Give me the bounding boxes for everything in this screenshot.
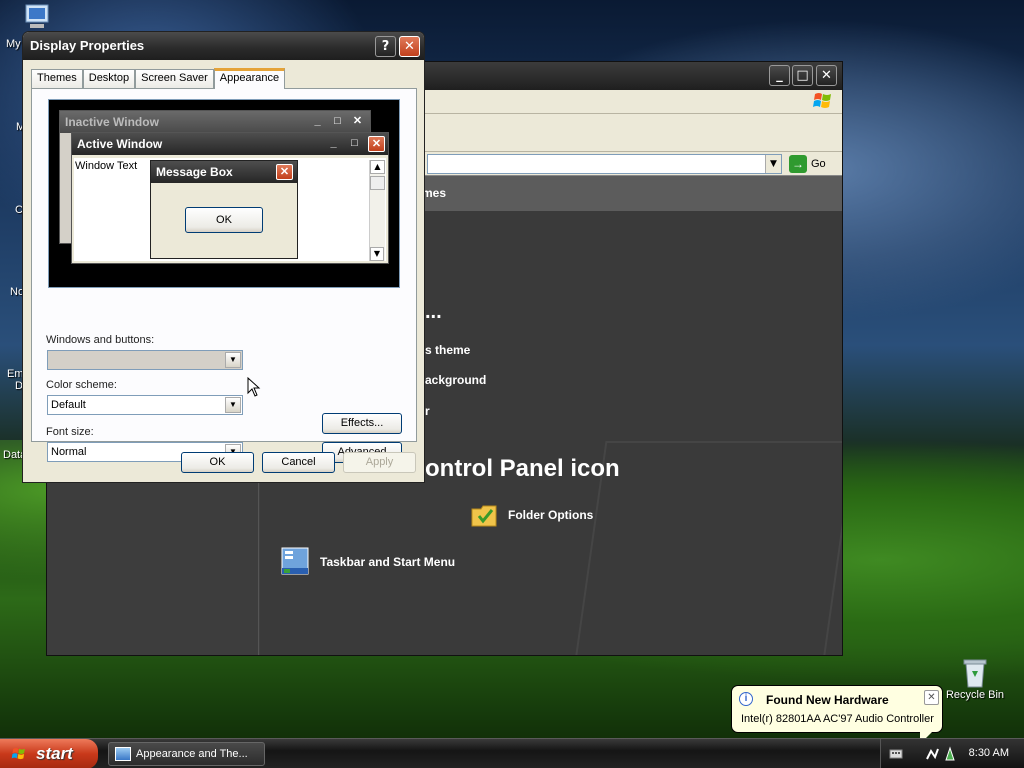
tab-themes[interactable]: Themes	[31, 69, 83, 88]
folder-options-label: Folder Options	[508, 508, 594, 522]
balloon-close-button[interactable]: ✕	[924, 690, 939, 705]
computer-icon	[25, 4, 49, 28]
windows-logo-icon	[11, 748, 25, 760]
tab-strip: Themes Desktop Screen Saver Appearance	[31, 67, 286, 89]
preview-close-icon: ✕	[368, 136, 385, 152]
window-icon	[115, 747, 131, 761]
taskbar-start-menu-label: Taskbar and Start Menu	[320, 555, 456, 569]
balloon-title: Found New Hardware	[766, 693, 889, 707]
start-button[interactable]: start	[0, 739, 98, 768]
scroll-down-icon: ▼	[370, 247, 384, 261]
chevron-down-icon: ▼	[225, 397, 241, 413]
taskbar-icon	[281, 547, 309, 575]
appearance-preview: Inactive Window _ □ ✕ Active Window _ □ …	[48, 99, 400, 288]
close-button[interactable]: ✕	[816, 65, 837, 86]
preview-close-icon: ✕	[276, 164, 293, 180]
maximize-button[interactable]: □	[792, 65, 813, 86]
pick-task-heading: ...	[425, 301, 442, 323]
preview-maximize-icon: □	[351, 137, 358, 149]
font-size-label: Font size:	[46, 426, 94, 438]
apply-button[interactable]: Apply	[343, 452, 416, 473]
task-link-background[interactable]: ackground	[425, 373, 486, 387]
recycle-bin-icon	[963, 659, 987, 688]
window-text-sample: Window Text	[75, 160, 138, 172]
notification-balloon[interactable]: i Found New Hardware ✕ Intel(r) 82801AA …	[731, 685, 943, 744]
pick-icon-heading: ontrol Panel icon	[425, 455, 620, 482]
safely-remove-icon[interactable]	[943, 746, 957, 762]
preview-maximize-icon: □	[334, 115, 341, 127]
go-arrow-icon: →	[789, 155, 807, 173]
system-tray: 8:30 AM	[880, 739, 1024, 768]
scroll-thumb	[370, 176, 385, 190]
appearance-panel: Inactive Window _ □ ✕ Active Window _ □ …	[31, 88, 417, 463]
color-scheme-select[interactable]: Default ▼	[47, 395, 243, 415]
display-properties-dialog[interactable]: Display Properties ? ✕ Themes Desktop Sc…	[22, 31, 425, 483]
font-size-value: Normal	[51, 446, 87, 458]
taskbar-button-label: Appearance and The...	[136, 748, 248, 760]
cancel-button[interactable]: Cancel	[262, 452, 335, 473]
folder-options-icon	[471, 505, 497, 527]
preview-minimize-icon: _	[330, 137, 337, 149]
message-box-title: Message Box	[156, 165, 233, 179]
clock[interactable]: 8:30 AM	[969, 747, 1009, 759]
color-scheme-value: Default	[51, 399, 86, 411]
desktop-icon-label: My	[6, 38, 21, 50]
scroll-up-icon: ▲	[370, 160, 385, 174]
preview-scrollbar: ▲ ▼	[369, 160, 385, 261]
preview-ok-button: OK	[185, 207, 263, 233]
effects-button[interactable]: Effects...	[322, 413, 402, 434]
recycle-bin[interactable]: Recycle Bin	[944, 657, 1006, 701]
tab-desktop[interactable]: Desktop	[82, 69, 136, 88]
category-title: mes	[422, 186, 447, 200]
color-scheme-label: Color scheme:	[46, 379, 117, 391]
balloon-body: Intel(r) 82801AA AC'97 Audio Controller	[741, 713, 934, 725]
keyboard-icon[interactable]	[889, 748, 903, 760]
dialog-close-button[interactable]: ✕	[399, 36, 420, 57]
task-link-screensaver[interactable]: r	[425, 404, 430, 418]
windows-buttons-label: Windows and buttons:	[46, 334, 155, 346]
background-watermark	[574, 441, 842, 655]
tab-screen-saver[interactable]: Screen Saver	[135, 69, 214, 88]
preview-message-box: Message Box ✕ OK	[150, 160, 298, 259]
dialog-title: Display Properties	[30, 38, 145, 53]
tab-appearance[interactable]: Appearance	[213, 68, 286, 89]
chevron-down-icon: ▼	[225, 352, 241, 368]
go-button[interactable]: → Go	[789, 154, 826, 174]
info-icon: i	[739, 692, 753, 706]
address-input[interactable]: ▼	[427, 154, 782, 174]
mouse-pointer-icon	[247, 377, 261, 397]
taskbar-button-appearance[interactable]: Appearance and The...	[108, 742, 265, 766]
inactive-window-title: Inactive Window	[65, 115, 159, 129]
minimize-button[interactable]: _	[769, 65, 790, 86]
help-button[interactable]: ?	[375, 36, 396, 57]
start-label: start	[36, 744, 73, 763]
preview-minimize-icon: _	[314, 115, 321, 127]
preview-close-icon: ✕	[352, 115, 363, 127]
windows-logo-icon	[813, 93, 831, 108]
task-link-theme[interactable]: s theme	[425, 343, 470, 357]
taskbar: start Appearance and The... 8:30 AM	[0, 738, 1024, 768]
dialog-titlebar[interactable]: Display Properties ? ✕	[23, 32, 424, 60]
recycle-bin-label: Recycle Bin	[945, 689, 1005, 701]
taskbar-start-menu-link[interactable]: Taskbar and Start Menu	[280, 546, 455, 578]
windows-buttons-select[interactable]: ▼	[47, 350, 243, 370]
active-window-title: Active Window	[77, 137, 163, 151]
folder-options-link[interactable]: Folder Options	[470, 501, 593, 529]
address-dropdown[interactable]: ▼	[765, 155, 781, 173]
network-icon[interactable]	[925, 747, 939, 761]
ok-button[interactable]: OK	[181, 452, 254, 473]
go-label: Go	[811, 158, 826, 170]
